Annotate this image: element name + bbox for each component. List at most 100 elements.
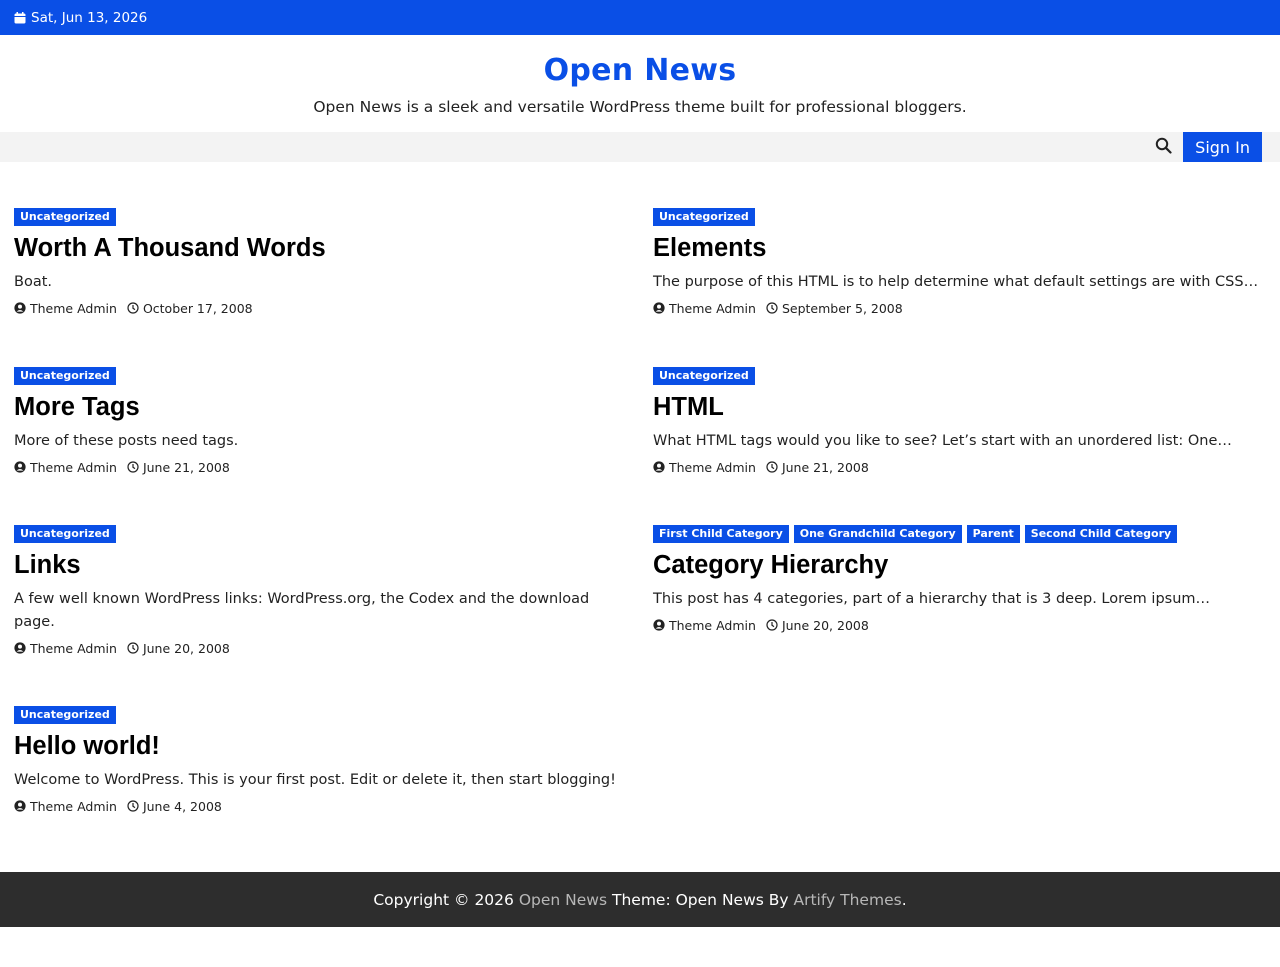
post-date[interactable]: June 4, 2008 — [127, 799, 222, 814]
top-bar: Sat, Jun 13, 2026 — [0, 0, 1280, 35]
post-categories: Uncategorized — [14, 706, 629, 724]
footer-author-link[interactable]: Artify Themes — [794, 891, 902, 909]
post-card: Uncategorized Elements The purpose of th… — [653, 208, 1268, 318]
post-categories: Uncategorized — [14, 208, 629, 226]
clock-icon — [127, 461, 139, 473]
post-author[interactable]: Theme Admin — [14, 301, 117, 316]
category-badge[interactable]: Uncategorized — [14, 367, 116, 385]
category-badge[interactable]: Uncategorized — [653, 208, 755, 226]
post-meta: Theme Admin June 4, 2008 — [14, 796, 629, 816]
post-card: First Child Category One Grandchild Cate… — [653, 525, 1268, 635]
main-navigation: Sign In — [0, 132, 1280, 162]
clock-icon — [766, 302, 778, 314]
post-author[interactable]: Theme Admin — [653, 301, 756, 316]
category-badge[interactable]: Uncategorized — [653, 367, 755, 385]
category-badge[interactable]: Uncategorized — [14, 525, 116, 543]
post-title[interactable]: Worth A Thousand Words — [14, 231, 629, 265]
post-meta: Theme Admin June 20, 2008 — [14, 638, 629, 658]
author-name: Theme Admin — [669, 617, 756, 633]
site-branding: Open News Open News is a sleek and versa… — [0, 35, 1280, 132]
post-meta: Theme Admin October 17, 2008 — [14, 298, 629, 318]
clock-icon — [127, 642, 139, 654]
category-badge[interactable]: Uncategorized — [14, 208, 116, 226]
post-excerpt: Boat. — [14, 274, 52, 290]
user-icon — [14, 461, 26, 473]
date-text: June 20, 2008 — [142, 640, 230, 656]
post-excerpt: What HTML tags would you like to see? Le… — [653, 433, 1232, 449]
category-badge[interactable]: First Child Category — [653, 525, 789, 543]
date-text: June 4, 2008 — [142, 798, 222, 814]
post-author[interactable]: Theme Admin — [14, 799, 117, 814]
post-card: Uncategorized Links A few well known Wor… — [14, 525, 629, 658]
clock-icon — [766, 461, 778, 473]
post-meta: Theme Admin June 20, 2008 — [653, 615, 1268, 635]
site-footer: Copyright © 2026 Open News Theme: Open N… — [0, 872, 1280, 927]
post-meta: Theme Admin June 21, 2008 — [653, 457, 1268, 477]
post-excerpt: Welcome to WordPress. This is your first… — [14, 772, 616, 788]
post-title[interactable]: More Tags — [14, 390, 629, 424]
post-title[interactable]: Category Hierarchy — [653, 548, 1268, 582]
date-text: June 21, 2008 — [781, 459, 869, 475]
author-name: Theme Admin — [669, 459, 756, 475]
category-badge[interactable]: Parent — [966, 525, 1020, 543]
date-text: June 21, 2008 — [142, 459, 230, 475]
user-icon — [14, 302, 26, 314]
post-categories: Uncategorized — [14, 367, 629, 385]
current-date: Sat, Jun 13, 2026 — [31, 9, 148, 26]
post-date[interactable]: June 20, 2008 — [127, 641, 230, 656]
post-meta: Theme Admin September 5, 2008 — [653, 298, 1268, 318]
category-badge[interactable]: Uncategorized — [14, 706, 116, 724]
post-author[interactable]: Theme Admin — [14, 460, 117, 475]
post-categories: Uncategorized — [14, 525, 629, 543]
post-categories: Uncategorized — [653, 208, 1268, 226]
user-icon — [14, 800, 26, 812]
user-icon — [653, 461, 665, 473]
post-author[interactable]: Theme Admin — [653, 618, 756, 633]
footer-site-link[interactable]: Open News — [519, 891, 607, 909]
post-date[interactable]: October 17, 2008 — [127, 301, 253, 316]
posts-grid: Uncategorized Worth A Thousand Words Boa… — [0, 162, 1280, 872]
site-title[interactable]: Open News — [544, 53, 737, 88]
post-title[interactable]: Hello world! — [14, 729, 629, 763]
post-excerpt: A few well known WordPress links: WordPr… — [14, 591, 590, 630]
user-icon — [653, 302, 665, 314]
clock-icon — [127, 800, 139, 812]
post-card: Uncategorized HTML What HTML tags would … — [653, 367, 1268, 477]
sign-in-button[interactable]: Sign In — [1183, 132, 1262, 162]
post-date[interactable]: June 20, 2008 — [766, 618, 869, 633]
theme-credit-text: Theme: Open News By — [612, 890, 789, 909]
post-title[interactable]: Elements — [653, 231, 1268, 265]
site-tagline: Open News is a sleek and versatile WordP… — [313, 98, 967, 116]
post-card: Uncategorized Hello world! Welcome to Wo… — [14, 706, 629, 816]
category-badge[interactable]: Second Child Category — [1024, 525, 1178, 543]
footer-period: . — [901, 890, 907, 909]
post-excerpt: This post has 4 categories, part of a hi… — [653, 591, 1211, 607]
calendar-icon — [14, 11, 26, 24]
author-name: Theme Admin — [669, 300, 756, 316]
post-date[interactable]: September 5, 2008 — [766, 301, 903, 316]
author-name: Theme Admin — [30, 459, 117, 475]
author-name: Theme Admin — [30, 300, 117, 316]
post-title[interactable]: Links — [14, 548, 629, 582]
post-card: Uncategorized Worth A Thousand Words Boa… — [14, 208, 629, 318]
user-icon — [653, 619, 665, 631]
date-text: October 17, 2008 — [142, 300, 253, 316]
user-icon — [14, 642, 26, 654]
clock-icon — [766, 619, 778, 631]
date-text: June 20, 2008 — [781, 617, 869, 633]
post-date[interactable]: June 21, 2008 — [127, 460, 230, 475]
search-button[interactable] — [1146, 132, 1180, 162]
post-categories: Uncategorized — [653, 367, 1268, 385]
post-excerpt: More of these posts need tags. — [14, 433, 239, 449]
author-name: Theme Admin — [30, 640, 117, 656]
post-author[interactable]: Theme Admin — [14, 641, 117, 656]
clock-icon — [127, 302, 139, 314]
post-author[interactable]: Theme Admin — [653, 460, 756, 475]
category-badge[interactable]: One Grandchild Category — [793, 525, 962, 543]
post-card: Uncategorized More Tags More of these po… — [14, 367, 629, 477]
search-icon — [1155, 137, 1172, 158]
post-categories: First Child Category One Grandchild Cate… — [653, 525, 1268, 543]
post-date[interactable]: June 21, 2008 — [766, 460, 869, 475]
post-excerpt: The purpose of this HTML is to help dete… — [653, 274, 1259, 290]
post-title[interactable]: HTML — [653, 390, 1268, 424]
